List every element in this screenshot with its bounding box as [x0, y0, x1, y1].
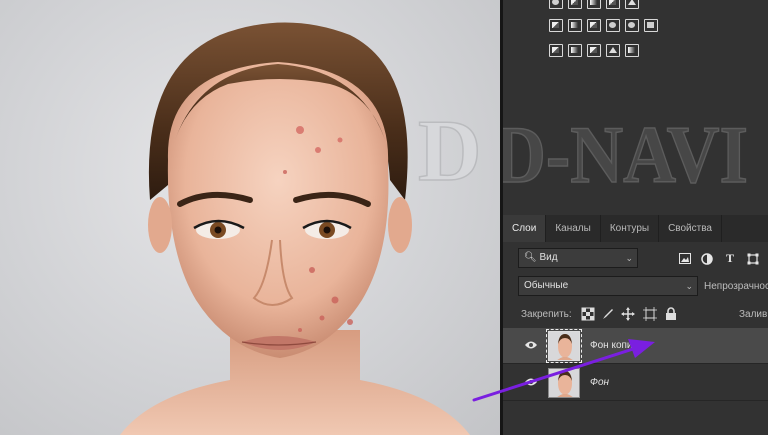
lock-row: Закрепить: Заливка: [503, 304, 768, 326]
photo-filter-icon[interactable] [606, 19, 620, 32]
tab-paths[interactable]: Контуры [601, 215, 660, 242]
threshold-icon[interactable] [587, 44, 601, 57]
blend-mode-select[interactable]: Обычные ⌄ [518, 276, 698, 296]
lock-image-icon[interactable] [601, 307, 615, 321]
eye-icon[interactable] [524, 340, 538, 350]
hue-saturation-icon[interactable] [549, 19, 563, 32]
brightness-icon[interactable] [549, 0, 563, 9]
layer-kind-filter[interactable]: 🔍︎ Вид ⌄ [518, 248, 638, 268]
adjustments-row-3 [549, 44, 639, 57]
chevron-down-icon: ⌄ [685, 281, 693, 291]
lock-label: Закрепить: [521, 309, 572, 320]
curves-icon[interactable] [587, 0, 601, 9]
type-filter-icon[interactable]: T [723, 251, 737, 265]
levels-icon[interactable] [568, 0, 582, 9]
layer-row-background[interactable]: Фон [503, 365, 768, 401]
lock-all-icon[interactable] [664, 307, 678, 321]
invert-icon[interactable] [549, 44, 563, 57]
tab-channels[interactable]: Каналы [546, 215, 601, 242]
gradient-map-icon[interactable] [625, 44, 639, 57]
watermark-logo: D-NAVI [503, 108, 749, 200]
channel-mixer-icon[interactable] [625, 19, 639, 32]
adjustments-row-1 [549, 0, 639, 9]
blend-mode-value: Обычные [524, 280, 569, 291]
image-filter-icon[interactable] [678, 252, 692, 265]
layer-name[interactable]: Фон [590, 377, 609, 388]
svg-text:D: D [418, 103, 482, 200]
portrait-photo: D [120, 22, 482, 435]
layer-filter-row: 🔍︎ Вид ⌄ T [503, 248, 768, 272]
color-lookup-icon[interactable] [644, 19, 658, 32]
adjustment-filter-icon[interactable] [700, 252, 714, 265]
right-panel: D-NAVI Слои Каналы Контуры Свойства 🔍︎ В… [503, 0, 768, 435]
adjustments-row-2 [549, 19, 658, 32]
lock-artboard-icon[interactable] [643, 307, 657, 321]
search-icon: 🔍︎ [524, 252, 537, 263]
tab-layers[interactable]: Слои [503, 215, 547, 242]
chevron-down-icon: ⌄ [625, 253, 633, 263]
black-white-icon[interactable] [587, 19, 601, 32]
lock-transparent-icon[interactable] [581, 307, 595, 321]
shape-filter-icon[interactable] [746, 252, 760, 265]
document-canvas[interactable]: D [0, 0, 500, 435]
blend-mode-row: Обычные ⌄ Непрозрачность: [503, 276, 768, 300]
color-balance-icon[interactable] [568, 19, 582, 32]
tab-properties[interactable]: Свойства [659, 215, 722, 242]
layer-row-background-copy[interactable]: Фон копия [503, 328, 768, 364]
layer-thumbnail [548, 368, 580, 398]
lock-position-icon[interactable] [621, 307, 635, 321]
layers-panel-tabs: Слои Каналы Контуры Свойства [503, 215, 768, 242]
layer-thumbnail [546, 329, 582, 363]
layer-name[interactable]: Фон копия [590, 340, 638, 351]
eye-icon[interactable] [524, 377, 538, 387]
fill-label: Заливка: [739, 309, 768, 320]
layer-kind-filter-value: Вид [539, 252, 558, 263]
selective-color-icon[interactable] [606, 44, 620, 57]
watermark-text: D-NAVI [503, 109, 748, 200]
exposure-icon[interactable] [606, 0, 620, 9]
adjustments-panel [503, 0, 768, 72]
vibrance-icon[interactable] [625, 0, 639, 9]
opacity-label: Непрозрачность: [704, 281, 768, 292]
posterize-icon[interactable] [568, 44, 582, 57]
